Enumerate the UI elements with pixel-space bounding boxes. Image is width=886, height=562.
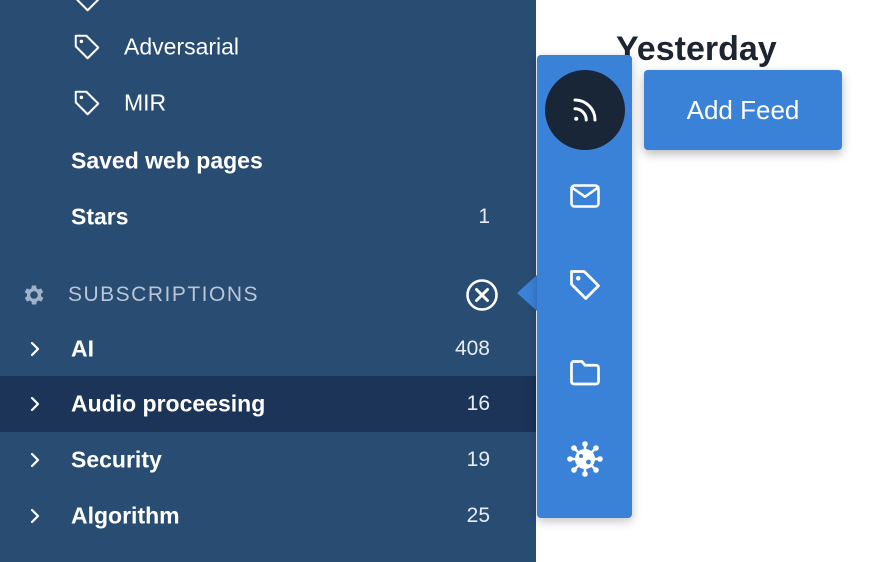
- add-integration-button[interactable]: [545, 419, 625, 499]
- add-tag-button[interactable]: [545, 245, 625, 325]
- add-newsletter-button[interactable]: [545, 156, 625, 236]
- bug-icon: [566, 441, 603, 477]
- sidebar-item-mir[interactable]: MIR: [0, 75, 536, 131]
- sidebar-item-stars[interactable]: Stars 1: [0, 189, 536, 245]
- subscription-item-ai[interactable]: AI 408: [0, 321, 536, 377]
- chevron-right-icon[interactable]: [29, 507, 41, 525]
- add-feed-tooltip: Add Feed: [644, 70, 842, 150]
- item-count: 1: [478, 205, 490, 228]
- partial-tag-row[interactable]: [0, 0, 536, 12]
- chevron-right-icon[interactable]: [29, 395, 41, 413]
- tag-icon: [74, 90, 100, 116]
- sidebar-item-label: MIR: [124, 89, 167, 116]
- item-count: 408: [454, 337, 490, 360]
- add-folder-button[interactable]: [545, 332, 625, 412]
- sidebar: Adversarial MIR Saved web pages Stars 1 …: [0, 0, 536, 562]
- tag-icon: [74, 34, 100, 60]
- subscription-item-security[interactable]: Security 19: [0, 432, 536, 488]
- chevron-right-icon[interactable]: [29, 451, 41, 469]
- sidebar-item-saved-web-pages[interactable]: Saved web pages: [0, 133, 536, 189]
- subscriptions-header: SUBSCRIPTIONS: [0, 268, 536, 322]
- item-count: 16: [466, 392, 490, 415]
- sidebar-item-label: Adversarial: [124, 33, 240, 60]
- menu-pointer: [517, 275, 537, 311]
- section-title: SUBSCRIPTIONS: [68, 283, 260, 306]
- subscription-item-label: AI: [71, 335, 94, 362]
- sidebar-item-adversarial[interactable]: Adversarial: [0, 19, 536, 75]
- close-circle-icon[interactable]: [465, 278, 499, 312]
- item-count: 25: [466, 504, 490, 527]
- subscription-item-label: Audio proceesing: [71, 390, 266, 417]
- subscription-item-audio-proceesing[interactable]: Audio proceesing 16: [0, 376, 536, 432]
- subscription-item-algorithm[interactable]: Algorithm 25: [0, 488, 536, 544]
- sidebar-item-label: Stars: [71, 203, 129, 230]
- chevron-right-icon[interactable]: [29, 340, 41, 358]
- item-count: 19: [466, 448, 490, 471]
- add-menu: [537, 55, 632, 518]
- sidebar-item-label: Saved web pages: [71, 147, 263, 174]
- tag-icon: [75, 0, 100, 12]
- folder-icon: [569, 360, 600, 386]
- subscription-item-label: Algorithm: [71, 502, 180, 529]
- subscription-item-label: Security: [71, 446, 162, 473]
- gear-icon[interactable]: [21, 282, 47, 308]
- rss-icon: [573, 98, 596, 122]
- mail-icon: [569, 184, 600, 208]
- tag-icon: [569, 270, 600, 300]
- add-feed-button[interactable]: [544, 70, 625, 150]
- page-title: Yesterday: [616, 30, 777, 68]
